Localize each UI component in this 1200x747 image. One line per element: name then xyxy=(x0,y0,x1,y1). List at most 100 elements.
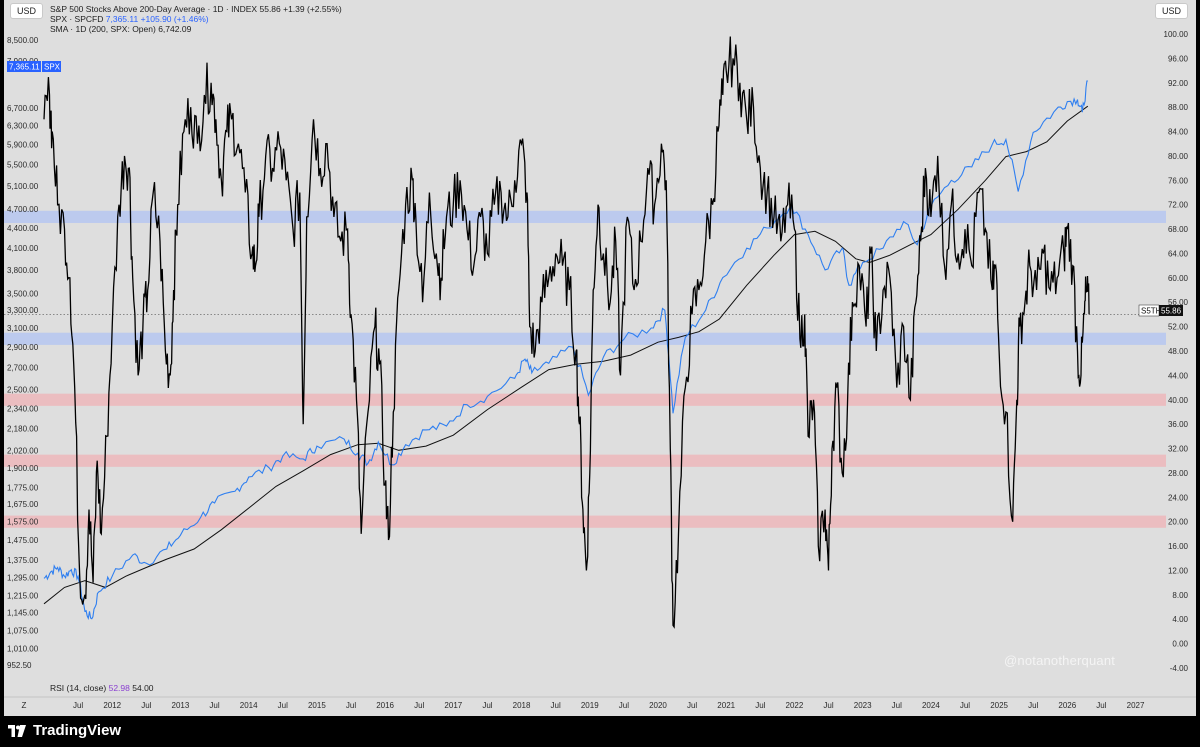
x-tick-label: 2018 xyxy=(513,701,531,710)
footer-bar: TradingView xyxy=(0,716,1200,747)
left-tick-label: 6,700.00 xyxy=(7,104,39,113)
right-tick-label: 48.00 xyxy=(1168,347,1189,356)
x-tick-label: Jul xyxy=(755,701,765,710)
right-currency-button[interactable]: USD xyxy=(1154,3,1188,19)
x-tick-label: Jul xyxy=(892,701,902,710)
legend-spx-title: SPX · SPCFD xyxy=(50,14,104,24)
x-tick-label: 2012 xyxy=(103,701,121,710)
right-tick-label: 80.00 xyxy=(1168,152,1189,161)
left-tick-label: 1,215.00 xyxy=(7,591,39,600)
x-tick-label: Jul xyxy=(278,701,288,710)
x-tick-label: Jul xyxy=(73,701,83,710)
s5th-tag-value: 55.86 xyxy=(1161,307,1182,316)
x-tick-label: Jul xyxy=(619,701,629,710)
right-tick-label: 64.00 xyxy=(1168,249,1189,258)
band-blue-0 xyxy=(4,210,1166,223)
right-tick-label: 60.00 xyxy=(1168,274,1189,283)
band-red-3 xyxy=(4,454,1166,467)
x-tick-label: Jul xyxy=(346,701,356,710)
spx-price-tag-value: 7,365.11 xyxy=(9,63,40,72)
right-tick-label: 36.00 xyxy=(1168,420,1189,429)
x-tick-label: 2020 xyxy=(649,701,667,710)
left-tick-label: 1,575.00 xyxy=(7,517,39,526)
x-tick-label: 2014 xyxy=(240,701,258,710)
left-tick-label: 4,400.00 xyxy=(7,224,39,233)
x-tick-label: Jul xyxy=(551,701,561,710)
left-tick-label: 1,295.00 xyxy=(7,573,39,582)
x-tick-label: 2015 xyxy=(308,701,326,710)
left-tick-label: 2,180.00 xyxy=(7,425,39,434)
left-tick-label: 1,075.00 xyxy=(7,626,39,635)
left-currency-button[interactable]: USD xyxy=(10,3,44,19)
left-tick-label: 2,500.00 xyxy=(7,385,39,394)
left-tick-label: 3,300.00 xyxy=(7,306,39,315)
legend-breadth-title: S&P 500 Stocks Above 200-Day Average · 1… xyxy=(50,4,258,14)
x-tick-label: Jul xyxy=(209,701,219,710)
band-red-4 xyxy=(4,515,1166,528)
x-tick-label: 2021 xyxy=(717,701,735,710)
x-tick-label: 2025 xyxy=(990,701,1008,710)
legend-sma-title: SMA · 1D (200, SPX: Open) xyxy=(50,24,156,34)
x-tick-label: Jul xyxy=(482,701,492,710)
rsi-title: RSI (14, close) xyxy=(50,683,107,693)
legend-breadth-values: 55.86 +1.39 (+2.55%) xyxy=(259,4,342,14)
x-tick-label: 2027 xyxy=(1127,701,1145,710)
right-tick-label: 20.00 xyxy=(1168,518,1189,527)
x-tick-label: Jul xyxy=(141,701,151,710)
left-tick-label: 1,675.00 xyxy=(7,500,39,509)
right-tick-label: 68.00 xyxy=(1168,225,1189,234)
rsi-value-1: 52.98 xyxy=(108,683,130,693)
right-tick-label: 0.00 xyxy=(1172,640,1188,649)
chart-pane[interactable]: 8,500.007,900.006,700.006,300.005,900.00… xyxy=(4,0,1196,716)
left-tick-label: 5,100.00 xyxy=(7,182,39,191)
right-tick-label: 24.00 xyxy=(1168,493,1189,502)
right-tick-label: -4.00 xyxy=(1170,664,1189,673)
right-tick-label: 100.00 xyxy=(1164,30,1189,39)
x-tick-label: 2026 xyxy=(1058,701,1076,710)
right-tick-label: 92.00 xyxy=(1168,79,1189,88)
x-tick-label: 2017 xyxy=(444,701,462,710)
band-blue-1 xyxy=(4,332,1166,345)
x-tick-label: 2022 xyxy=(786,701,804,710)
left-tick-label: 3,800.00 xyxy=(7,266,39,275)
right-tick-label: 72.00 xyxy=(1168,201,1189,210)
legend-sma-value: 6,742.09 xyxy=(158,24,192,34)
left-tick-label: 2,020.00 xyxy=(7,446,39,455)
right-tick-label: 76.00 xyxy=(1168,176,1189,185)
right-tick-label: 88.00 xyxy=(1168,103,1189,112)
x-tick-label: 2013 xyxy=(172,701,190,710)
x-tick-label: Jul xyxy=(1096,701,1106,710)
legend-sma[interactable]: SMA · 1D (200, SPX: Open) 6,742.09 xyxy=(50,24,191,34)
left-tick-label: 2,340.00 xyxy=(7,404,39,413)
x-tick-label: 2023 xyxy=(854,701,872,710)
left-tick-label: 3,100.00 xyxy=(7,324,39,333)
right-tick-label: 16.00 xyxy=(1168,542,1189,551)
x-tick-label: Jul xyxy=(960,701,970,710)
left-tick-label: 1,145.00 xyxy=(7,608,39,617)
band-red-2 xyxy=(4,393,1166,406)
x-tick-label: 2024 xyxy=(922,701,940,710)
legend-spx-values: 7,365.11 +105.90 (+1.46%) xyxy=(105,14,209,24)
x-tick-label: Jul xyxy=(687,701,697,710)
left-tick-label: 1,475.00 xyxy=(7,536,39,545)
chart-svg[interactable]: 8,500.007,900.006,700.006,300.005,900.00… xyxy=(4,0,1196,716)
left-tick-label: 4,700.00 xyxy=(7,205,39,214)
watermark: @notanotherquant xyxy=(1004,653,1116,668)
spx-price-tag-label: SPX xyxy=(44,63,61,72)
x-tick-label: Z xyxy=(22,701,27,710)
legend-breadth[interactable]: S&P 500 Stocks Above 200-Day Average · 1… xyxy=(50,4,342,14)
left-tick-label: 2,900.00 xyxy=(7,343,39,352)
left-tick-label: 8,500.00 xyxy=(7,36,39,45)
tradingview-brand[interactable]: TradingView xyxy=(33,722,121,739)
left-tick-label: 6,300.00 xyxy=(7,122,39,131)
right-tick-label: 28.00 xyxy=(1168,469,1189,478)
left-tick-label: 4,100.00 xyxy=(7,244,39,253)
right-tick-label: 52.00 xyxy=(1168,323,1189,332)
legend-spx[interactable]: SPX · SPCFD 7,365.11 +105.90 (+1.46%) xyxy=(50,14,209,24)
left-tick-label: 5,900.00 xyxy=(7,140,39,149)
x-tick-label: Jul xyxy=(823,701,833,710)
rsi-legend[interactable]: RSI (14, close) 52.98 54.00 xyxy=(50,683,154,693)
tradingview-logo-icon[interactable] xyxy=(6,724,28,738)
right-tick-label: 4.00 xyxy=(1172,615,1188,624)
chart-window: 8,500.007,900.006,700.006,300.005,900.00… xyxy=(0,0,1200,747)
